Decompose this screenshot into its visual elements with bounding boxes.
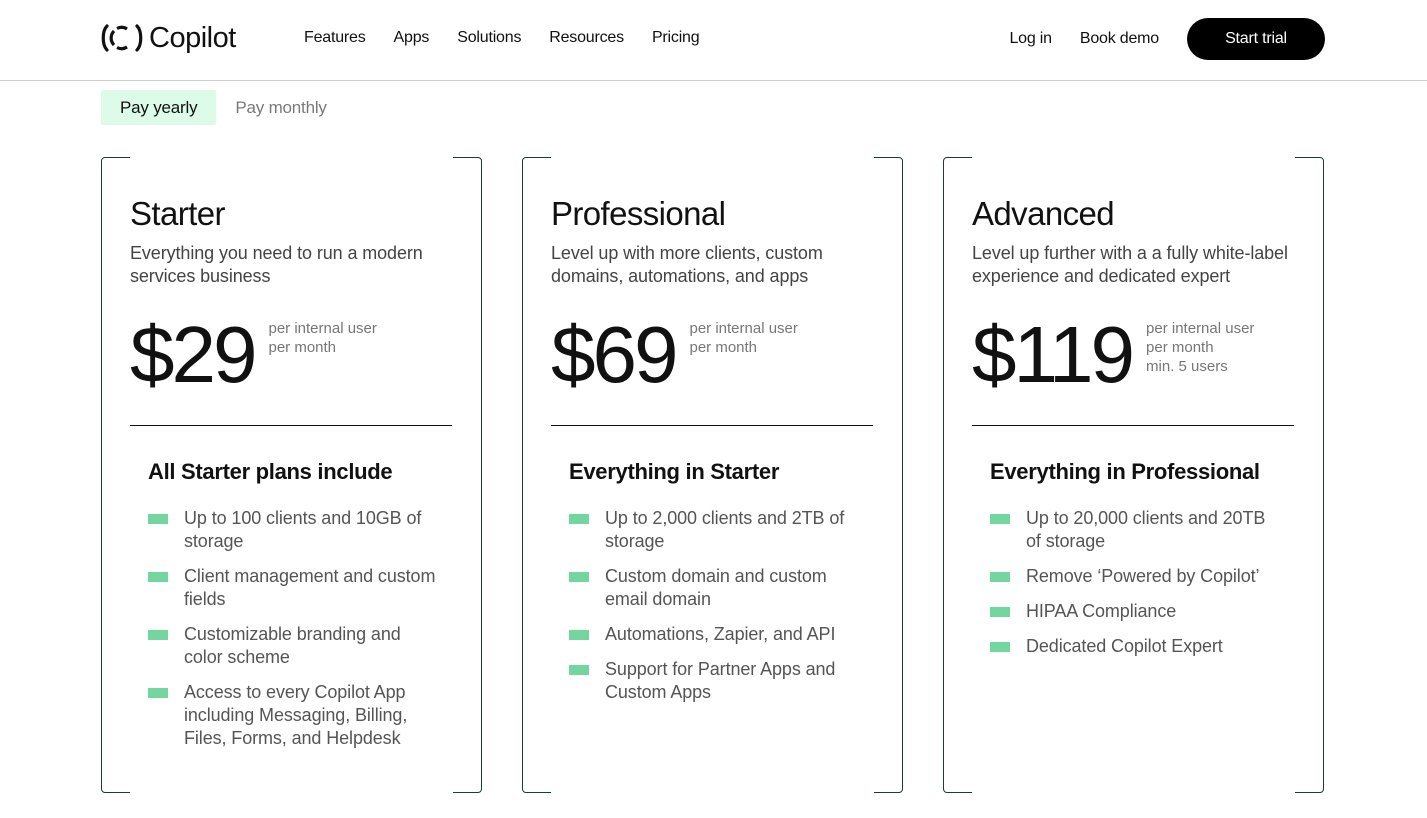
feature-text: Client management and custom fields	[184, 566, 436, 609]
frame-gap-top	[130, 156, 453, 160]
price-note: per month	[268, 339, 337, 356]
feature-list: Up to 100 clients and 10GB of storage Cl…	[148, 507, 438, 762]
start-trial-button[interactable]: Start trial	[1187, 18, 1325, 60]
includes-title: Everything in Starter	[569, 459, 780, 484]
price-note: per internal user	[689, 320, 798, 337]
feature-text: Remove ‘Powered by Copilot’	[1026, 566, 1260, 586]
feature-text: Support for Partner Apps and Custom Apps	[605, 659, 836, 702]
feature-item: Up to 20,000 clients and 20TB of storage	[990, 507, 1280, 553]
feature-item: Access to every Copilot App including Me…	[148, 681, 438, 750]
plan-price: $29	[130, 310, 257, 399]
divider	[130, 425, 452, 426]
price-notes: per internal user per month	[689, 319, 797, 357]
main-nav: Features Apps Solutions Resources Pricin…	[304, 29, 700, 47]
nav-features[interactable]: Features	[304, 29, 366, 47]
plan-description: Level up further with a a fully white-la…	[972, 243, 1288, 286]
feature-text: Custom domain and custom email domain	[605, 566, 827, 609]
copilot-logo-icon	[101, 24, 143, 52]
login-link[interactable]: Log in	[1009, 30, 1052, 48]
nav-resources[interactable]: Resources	[549, 29, 624, 47]
feature-item: Dedicated Copilot Expert	[990, 635, 1280, 658]
bullet-icon	[148, 688, 168, 698]
pay-yearly-option[interactable]: Pay yearly	[101, 90, 217, 125]
bullet-icon	[569, 665, 589, 675]
feature-item: Up to 2,000 clients and 2TB of storage	[569, 507, 859, 553]
price-note: per internal user	[268, 320, 377, 337]
feature-item: Customizable branding and color scheme	[148, 623, 438, 669]
header-actions: Log in Book demo Start trial	[1009, 18, 1325, 60]
bullet-icon	[990, 572, 1010, 582]
plan-name: Professional	[551, 195, 726, 232]
feature-text: Dedicated Copilot Expert	[1026, 636, 1223, 656]
feature-text: Access to every Copilot App including Me…	[184, 682, 408, 748]
divider	[551, 425, 873, 426]
bullet-icon	[990, 607, 1010, 617]
feature-text: Automations, Zapier, and API	[605, 624, 836, 644]
price-note: per month	[689, 339, 758, 356]
frame-gap-bottom	[130, 790, 453, 794]
plan-name: Advanced	[972, 195, 1115, 232]
brand-name: Copilot	[149, 21, 236, 54]
price-row: $69 per internal user per month	[551, 312, 798, 398]
bullet-icon	[990, 642, 1010, 652]
bullet-icon	[148, 514, 168, 524]
price-note: per month	[1146, 339, 1214, 356]
includes-title: Everything in Professional	[990, 459, 1260, 484]
feature-list: Up to 2,000 clients and 2TB of storage C…	[569, 507, 859, 716]
bullet-icon	[569, 514, 589, 524]
price-note: min. 5 users	[1146, 358, 1228, 375]
plan-name: Starter	[130, 195, 225, 232]
frame-gap-bottom	[972, 790, 1295, 794]
feature-text: Up to 100 clients and 10GB of storage	[184, 508, 422, 551]
feature-list: Up to 20,000 clients and 20TB of storage…	[990, 507, 1280, 670]
bullet-icon	[148, 572, 168, 582]
price-notes: per internal user per month min. 5 users	[1146, 319, 1254, 376]
nav-apps[interactable]: Apps	[394, 29, 430, 47]
feature-text: HIPAA Compliance	[1026, 601, 1177, 621]
plan-description: Level up with more clients, custom domai…	[551, 243, 823, 286]
bullet-icon	[148, 630, 168, 640]
plan-description: Everything you need to run a modern serv…	[130, 243, 423, 286]
frame-gap-top	[551, 156, 874, 160]
site-header: Copilot Features Apps Solutions Resource…	[0, 0, 1427, 81]
feature-item: Custom domain and custom email domain	[569, 565, 859, 611]
price-row: $29 per internal user per month	[130, 312, 377, 398]
bullet-icon	[569, 572, 589, 582]
plan-card-advanced: Advanced Level up further with a a fully…	[943, 156, 1324, 794]
price-row: $119 per internal user per month min. 5 …	[972, 312, 1254, 398]
book-demo-link[interactable]: Book demo	[1080, 30, 1159, 48]
feature-text: Up to 20,000 clients and 20TB of storage	[1026, 508, 1266, 551]
bullet-icon	[990, 514, 1010, 524]
billing-period-toggle: Pay yearly Pay monthly	[101, 90, 346, 125]
plan-card-professional: Professional Level up with more clients,…	[522, 156, 903, 794]
divider	[972, 425, 1294, 426]
plan-card-starter: Starter Everything you need to run a mod…	[101, 156, 482, 794]
feature-text: Customizable branding and color scheme	[184, 624, 401, 667]
feature-item: HIPAA Compliance	[990, 600, 1280, 623]
nav-pricing[interactable]: Pricing	[652, 29, 700, 47]
feature-item: Up to 100 clients and 10GB of storage	[148, 507, 438, 553]
plan-price: $69	[551, 310, 678, 399]
includes-title: All Starter plans include	[148, 459, 393, 484]
feature-item: Automations, Zapier, and API	[569, 623, 859, 646]
frame-gap-bottom	[551, 790, 874, 794]
feature-text: Up to 2,000 clients and 2TB of storage	[605, 508, 845, 551]
feature-item: Support for Partner Apps and Custom Apps	[569, 658, 859, 704]
frame-gap-top	[972, 156, 1295, 160]
nav-solutions[interactable]: Solutions	[457, 29, 521, 47]
price-notes: per internal user per month	[268, 319, 376, 357]
feature-item: Client management and custom fields	[148, 565, 438, 611]
pay-monthly-option[interactable]: Pay monthly	[216, 90, 345, 125]
copilot-logo[interactable]: Copilot	[101, 20, 236, 56]
plan-price: $119	[972, 310, 1135, 399]
price-note: per internal user	[1146, 320, 1255, 337]
feature-item: Remove ‘Powered by Copilot’	[990, 565, 1280, 588]
bullet-icon	[569, 630, 589, 640]
